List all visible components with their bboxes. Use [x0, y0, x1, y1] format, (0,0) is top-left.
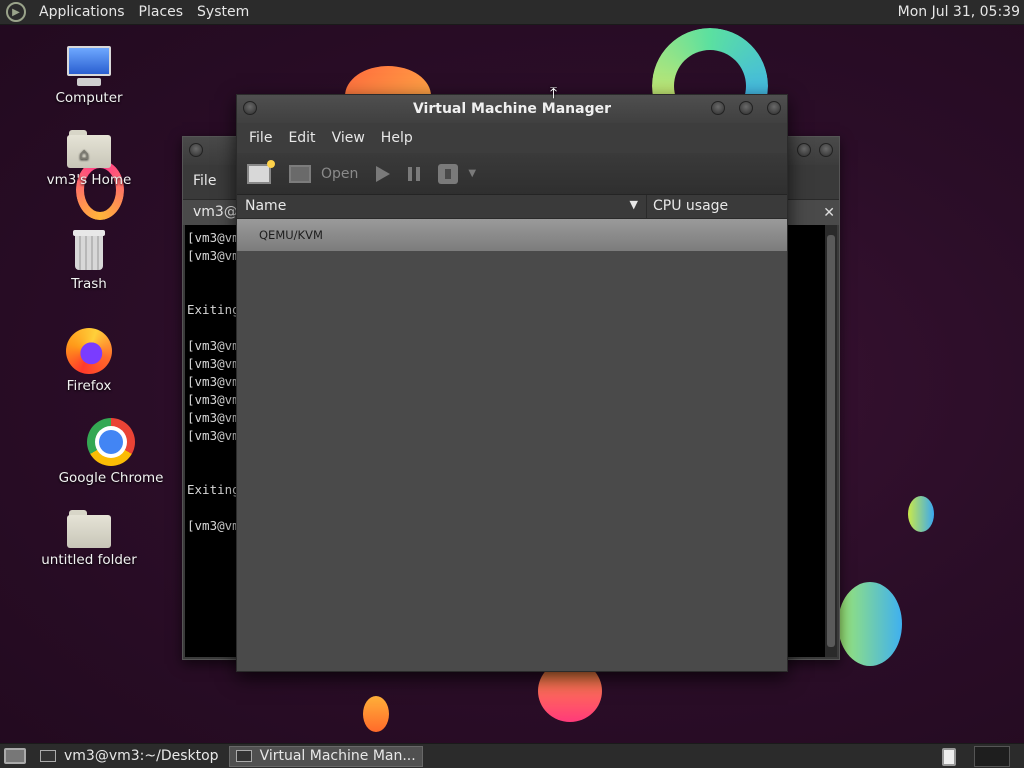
terminal-icon [40, 750, 56, 762]
vmm-icon [235, 750, 252, 762]
taskbar-item-label: Virtual Machine Man... [259, 748, 416, 764]
tab-close-icon[interactable]: ✕ [823, 205, 835, 221]
desktop-icon-home[interactable]: ⌂ vm3's Home [34, 130, 144, 188]
places-menu[interactable]: Places [132, 4, 191, 20]
vmm-toolbar: Open ▼ [237, 153, 787, 195]
notification-icon[interactable] [942, 748, 956, 766]
desktop-icon-label: Google Chrome [58, 470, 164, 486]
taskbar-item-label: vm3@vm3:~/Desktop [64, 748, 219, 764]
shutdown-dropdown[interactable]: ▼ [468, 168, 476, 179]
new-vm-button[interactable] [247, 159, 275, 184]
column-name-label: Name [245, 198, 287, 214]
show-desktop-icon[interactable] [4, 748, 26, 764]
close-icon[interactable] [767, 101, 781, 115]
wallpaper-shape [363, 696, 389, 732]
console-icon [289, 164, 311, 183]
distro-logo-icon[interactable]: ▶ [6, 2, 26, 22]
resize-cursor-icon: ⤒ [550, 83, 558, 102]
column-cpu-label: CPU usage [653, 198, 729, 214]
terminal-menu-file[interactable]: File [193, 173, 216, 189]
computer-icon [65, 46, 113, 86]
trash-icon [71, 228, 107, 272]
desktop-icon-computer[interactable]: Computer [34, 46, 144, 106]
desktop-icon-label: vm3's Home [46, 172, 132, 188]
desktop-icon-label: Firefox [66, 378, 112, 394]
terminal-scrollbar[interactable] [825, 225, 837, 657]
desktop-icon-label: Trash [71, 276, 107, 292]
open-button[interactable]: Open [289, 164, 359, 183]
taskbar-item-vmm[interactable]: Virtual Machine Man... [228, 745, 423, 767]
menu-file[interactable]: File [241, 130, 280, 146]
desktop-icon-label: untitled folder [41, 552, 137, 568]
chrome-icon [87, 418, 135, 466]
new-vm-icon [247, 159, 275, 184]
run-button[interactable] [376, 165, 391, 182]
top-panel: ▶ Applications Places System Mon Jul 31,… [0, 0, 1024, 25]
window-menu-icon[interactable] [189, 143, 203, 157]
desktop-icon-firefox[interactable]: Firefox [34, 328, 144, 394]
wallpaper-shape [908, 496, 934, 532]
minimize-icon[interactable] [797, 143, 811, 157]
taskbar-item-terminal[interactable]: vm3@vm3:~/Desktop [34, 746, 225, 767]
wallpaper-shape [838, 582, 902, 666]
vmm-window[interactable]: Virtual Machine Manager File Edit View H… [236, 94, 788, 672]
column-cpu-usage[interactable]: CPU usage [647, 195, 787, 218]
desktop-icon-chrome[interactable]: Google Chrome [56, 418, 166, 486]
chevron-down-icon: ▼ [468, 168, 477, 179]
applications-menu[interactable]: Applications [32, 4, 132, 20]
menu-view[interactable]: View [324, 130, 373, 146]
close-icon[interactable] [819, 143, 833, 157]
clock[interactable]: Mon Jul 31, 05:39 [898, 4, 1020, 20]
desktop-icon-label: Computer [55, 90, 123, 106]
minimize-icon[interactable] [711, 101, 725, 115]
sort-dropdown-icon[interactable]: ▼ [630, 198, 638, 211]
window-menu-icon[interactable] [243, 101, 257, 115]
vm-list-header: Name ▼ CPU usage [237, 195, 787, 219]
workspace-switcher[interactable] [974, 746, 1010, 767]
home-folder-icon: ⌂ [67, 130, 111, 168]
desktop-icon-untitled-folder[interactable]: untitled folder [34, 510, 144, 568]
pause-icon [408, 166, 421, 181]
desktop-icon-trash[interactable]: Trash [34, 228, 144, 292]
vmm-menubar: File Edit View Help [237, 123, 787, 153]
maximize-icon[interactable] [739, 101, 753, 115]
column-name[interactable]: Name ▼ [237, 195, 647, 218]
pause-button[interactable] [408, 166, 421, 181]
connection-row[interactable]: QEMU/KVM [237, 219, 787, 251]
folder-icon [67, 510, 111, 548]
system-menu[interactable]: System [190, 4, 256, 20]
menu-edit[interactable]: Edit [280, 130, 323, 146]
connection-name: QEMU/KVM [259, 228, 323, 242]
shutdown-button[interactable] [438, 163, 459, 184]
bottom-panel: vm3@vm3:~/Desktop Virtual Machine Man... [0, 743, 1024, 768]
shutdown-icon [438, 163, 459, 184]
menu-help[interactable]: Help [373, 130, 421, 146]
open-label: Open [321, 165, 359, 182]
window-title: Virtual Machine Manager [412, 101, 612, 117]
vmm-titlebar[interactable]: Virtual Machine Manager [237, 95, 787, 123]
play-icon [376, 165, 391, 182]
firefox-icon [66, 328, 112, 374]
